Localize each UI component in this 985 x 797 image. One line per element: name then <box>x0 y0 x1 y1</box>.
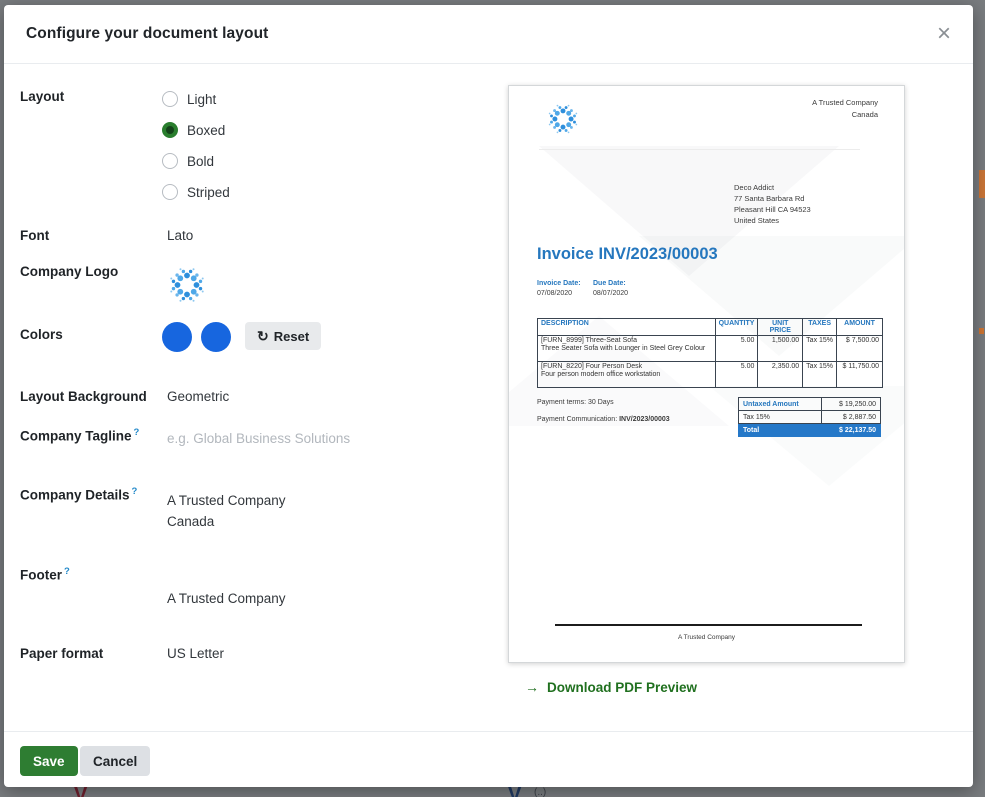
background-artifact <box>979 328 984 334</box>
layout-background-label: Layout Background <box>20 389 147 404</box>
radio-boxed[interactable]: Boxed <box>162 120 225 140</box>
company-details-label: Company Details? <box>20 486 137 503</box>
radio-bold[interactable]: Bold <box>162 151 214 171</box>
company-logo-upload[interactable] <box>167 265 207 308</box>
radio-icon[interactable] <box>162 91 178 107</box>
paper-format-label: Paper format <box>20 646 103 661</box>
dialog-footer: Save Cancel <box>4 731 973 787</box>
radio-boxed-label: Boxed <box>187 123 225 138</box>
col-taxes: TAXES <box>803 319 837 336</box>
company-logo-label: Company Logo <box>20 264 118 279</box>
invoice-date-label: Invoice Date: <box>537 280 581 287</box>
invoice-preview: A Trusted Company Canada Deco Addict 77 … <box>508 85 905 663</box>
preview-company-block: A Trusted Company Canada <box>812 97 878 121</box>
radio-checked-icon[interactable] <box>162 122 178 138</box>
dialog-title: Configure your document layout <box>26 25 268 43</box>
due-date-value: 08/07/2020 <box>593 290 628 297</box>
untaxed-row: Untaxed Amount $ 19,250.00 <box>739 398 881 411</box>
help-icon: ? <box>132 486 138 497</box>
arrow-right-icon: → <box>525 679 539 695</box>
secondary-color-picker[interactable] <box>201 322 231 352</box>
company-logo-icon <box>167 265 207 305</box>
table-row: [FURN_8220] Four Person Desk Four person… <box>538 362 883 388</box>
reset-icon: ↻ <box>257 329 269 343</box>
tax-row: Tax 15% $ 2,887.50 <box>739 411 881 424</box>
company-tagline-label: Company Tagline? <box>20 427 139 444</box>
col-unit-price: UNIT PRICE <box>758 319 803 336</box>
customer-address: Deco Addict 77 Santa Barbara Rd Pleasant… <box>734 182 811 226</box>
layout-label: Layout <box>20 89 64 104</box>
invoice-title: Invoice INV/2023/00003 <box>537 245 718 264</box>
payment-terms: Payment terms: 30 Days <box>537 399 614 406</box>
download-pdf-preview-link[interactable]: → Download PDF Preview <box>525 679 697 695</box>
background-artifact <box>979 170 985 198</box>
cancel-button[interactable]: Cancel <box>80 746 150 776</box>
preview-header-divider <box>539 149 860 150</box>
total-row: Total $ 22,137.50 <box>739 424 881 437</box>
reset-label: Reset <box>274 329 309 344</box>
colors-label: Colors <box>20 327 63 342</box>
reset-colors-button[interactable]: ↻ Reset <box>245 322 321 350</box>
primary-color-picker[interactable] <box>162 322 192 352</box>
invoice-lines-table: DESCRIPTION QUANTITY UNIT PRICE TAXES AM… <box>537 318 883 388</box>
radio-bold-label: Bold <box>187 154 214 169</box>
paper-format-select[interactable]: US Letter <box>167 646 224 661</box>
company-tagline-input[interactable]: e.g. Global Business Solutions <box>167 431 350 446</box>
preview-footer-text: A Trusted Company <box>509 634 904 641</box>
radio-light[interactable]: Light <box>162 89 216 109</box>
radio-striped-label: Striped <box>187 185 230 200</box>
payment-communication: Payment Communication: INV/2023/00003 <box>537 416 670 423</box>
col-amount: AMOUNT <box>837 319 883 336</box>
invoice-totals-table: Untaxed Amount $ 19,250.00 Tax 15% $ 2,8… <box>738 397 881 437</box>
radio-striped[interactable]: Striped <box>162 182 230 202</box>
company-details-input[interactable]: A Trusted Company Canada <box>167 490 286 532</box>
footer-input[interactable]: A Trusted Company <box>167 591 286 606</box>
save-button[interactable]: Save <box>20 746 78 776</box>
radio-light-label: Light <box>187 92 216 107</box>
font-label: Font <box>20 228 49 243</box>
close-icon[interactable]: × <box>937 22 951 46</box>
preview-footer-divider <box>555 624 862 626</box>
radio-icon[interactable] <box>162 184 178 200</box>
footer-label: Footer? <box>20 566 70 583</box>
col-quantity: QUANTITY <box>715 319 758 336</box>
font-select[interactable]: Lato <box>167 228 193 243</box>
due-date-label: Due Date: <box>593 280 626 287</box>
dialog-header: Configure your document layout × <box>4 5 973 64</box>
layout-background-select[interactable]: Geometric <box>167 389 229 404</box>
help-icon: ? <box>134 427 140 438</box>
preview-company-logo-icon <box>546 102 580 136</box>
radio-icon[interactable] <box>162 153 178 169</box>
help-icon: ? <box>64 566 70 577</box>
col-description: DESCRIPTION <box>538 319 716 336</box>
document-layout-dialog: Configure your document layout × Layout … <box>4 5 973 787</box>
table-row: [FURN_8999] Three-Seat Sofa Three Seater… <box>538 336 883 362</box>
background-text-fragment: (..) <box>534 787 546 797</box>
invoice-date-value: 07/08/2020 <box>537 290 572 297</box>
